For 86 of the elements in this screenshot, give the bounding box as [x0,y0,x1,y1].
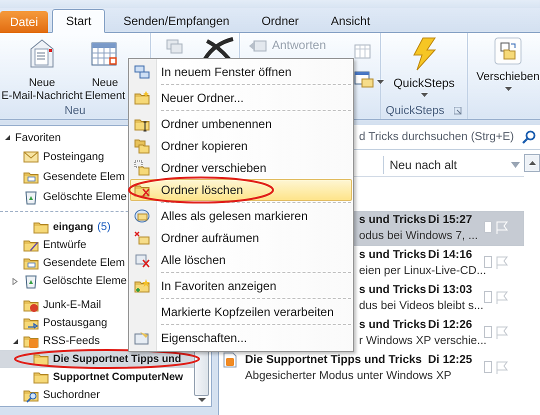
ribbon-tab[interactable]: Start [52,9,106,33]
favorite-folder-icon [134,278,150,294]
folder-label[interactable]: Gesendete Elem [43,171,125,183]
category-box-icon [484,255,492,269]
sort-button[interactable]: Neu nach alt [382,156,501,174]
move-button[interactable]: Verschieben [471,37,540,91]
menu-item[interactable]: Ordner umbenennen [130,113,352,135]
section-header[interactable]: Favoriten [15,132,61,144]
menu-item[interactable]: Alle löschen [130,249,352,271]
dialog-launcher-icon [454,107,462,115]
folder-label[interactable]: Gelöschte Eleme [43,191,127,203]
cleanup-icon [134,230,150,246]
message-time: Di 15:27 [428,214,474,226]
move-folder-icon [494,37,522,65]
message-sender: s und Tricks [359,284,426,296]
flag-icon [495,255,509,269]
delete-icon [201,37,235,59]
message-preview: odus bei Windows 7, ... [359,230,478,242]
group-label: Neu [63,104,87,119]
message-sender: s und Tricks [359,214,426,226]
category-box-icon [484,360,492,374]
menu-item[interactable]: Ordner löschen [130,179,352,201]
envelope-icon [23,149,39,165]
delete-all-icon [134,252,150,268]
category-box-icon [484,290,492,304]
folder-label[interactable]: Entwürfe [43,239,86,251]
message-preview: Abgesicherter Modus unter Windows XP [245,370,452,382]
flag-icon [495,220,509,234]
folder-label[interactable]: Posteingang [43,151,104,163]
windows-icon [134,64,150,80]
new-folder-icon [134,90,150,106]
collapsed-arrow-icon[interactable] [12,278,19,284]
folder-label[interactable]: eingang [53,221,94,233]
folder-label[interactable]: Gelöschte Eleme [43,275,127,287]
folder-label[interactable]: Suchordner [43,389,100,401]
message-preview: dus bei Videos bleibt s... [359,300,484,312]
folder-label[interactable]: Gesendete Elem [43,257,125,269]
dropdown-caret-icon [420,93,428,97]
search-icon [522,130,536,144]
flag-icon [495,325,509,339]
group-label: QuickSteps [386,105,444,117]
ribbon-tab[interactable]: Senden/Empfangen [109,9,244,33]
new-email-button[interactable]: Neue E-Mail-Nachricht [0,37,84,103]
folder-label[interactable]: Junk-E-Mail [43,299,102,311]
new-item-button[interactable]: Neue Element [84,37,126,103]
ribbon-tab[interactable]: Ordner [247,9,313,33]
expanded-arrow-icon[interactable] [4,134,11,141]
up-arrow-icon [528,161,536,165]
dropdown-caret-icon [511,162,520,168]
folders-icon [134,138,150,154]
menu-item[interactable]: Markierte Kopfzeilen verarbeiten [130,301,352,323]
trash-icon [23,273,39,289]
message-sender: s und Tricks [359,318,426,330]
folder-label[interactable]: RSS-Feeds [43,335,100,347]
message-sender: Die Supportnet Tipps und Tricks [245,354,422,366]
menu-item[interactable]: Ordner verschieben [130,157,352,179]
dropdown-caret-icon [504,87,512,91]
menu-item[interactable]: In Favoriten anzeigen [130,275,352,297]
trash-icon [23,189,39,205]
menu-item[interactable]: In neuem Fenster öffnen [130,61,352,83]
message-sender: s und Tricks [359,248,426,260]
folder-label[interactable]: Supportnet ComputerNew [53,371,184,383]
folder-label[interactable]: Postausgang [43,317,108,329]
ignore-icon [165,37,183,55]
expanded-arrow-icon[interactable] [12,338,19,344]
properties-icon [134,330,150,346]
category-box-icon [484,325,492,339]
message-preview: eien per Linux-Live-CD... [359,264,486,276]
message-time: Di 13:03 [428,284,474,296]
folder-move-icon [134,160,150,176]
menu-item[interactable]: Neuer Ordner... [130,87,352,109]
menu-item[interactable]: Ordner kopieren [130,135,352,157]
dropdown-caret-icon [377,80,384,84]
message-time: Di 12:26 [428,318,474,330]
menu-item[interactable]: Eigenschaften... [130,327,352,349]
message-time: Di 12:25 [428,354,474,366]
quicksteps-button[interactable]: QuickSteps [384,37,464,97]
flag-icon [495,290,509,304]
ribbon-tab[interactable]: Ansicht [316,9,384,33]
unread-count: (5) [97,221,111,233]
scroll-up-button[interactable] [524,154,540,172]
message-preview: r Windows XP verschie... [359,334,487,346]
envelopes-icon [134,208,150,224]
category-box-icon [484,220,492,234]
flag-icon [495,360,509,374]
message-time: Di 14:16 [428,248,474,260]
